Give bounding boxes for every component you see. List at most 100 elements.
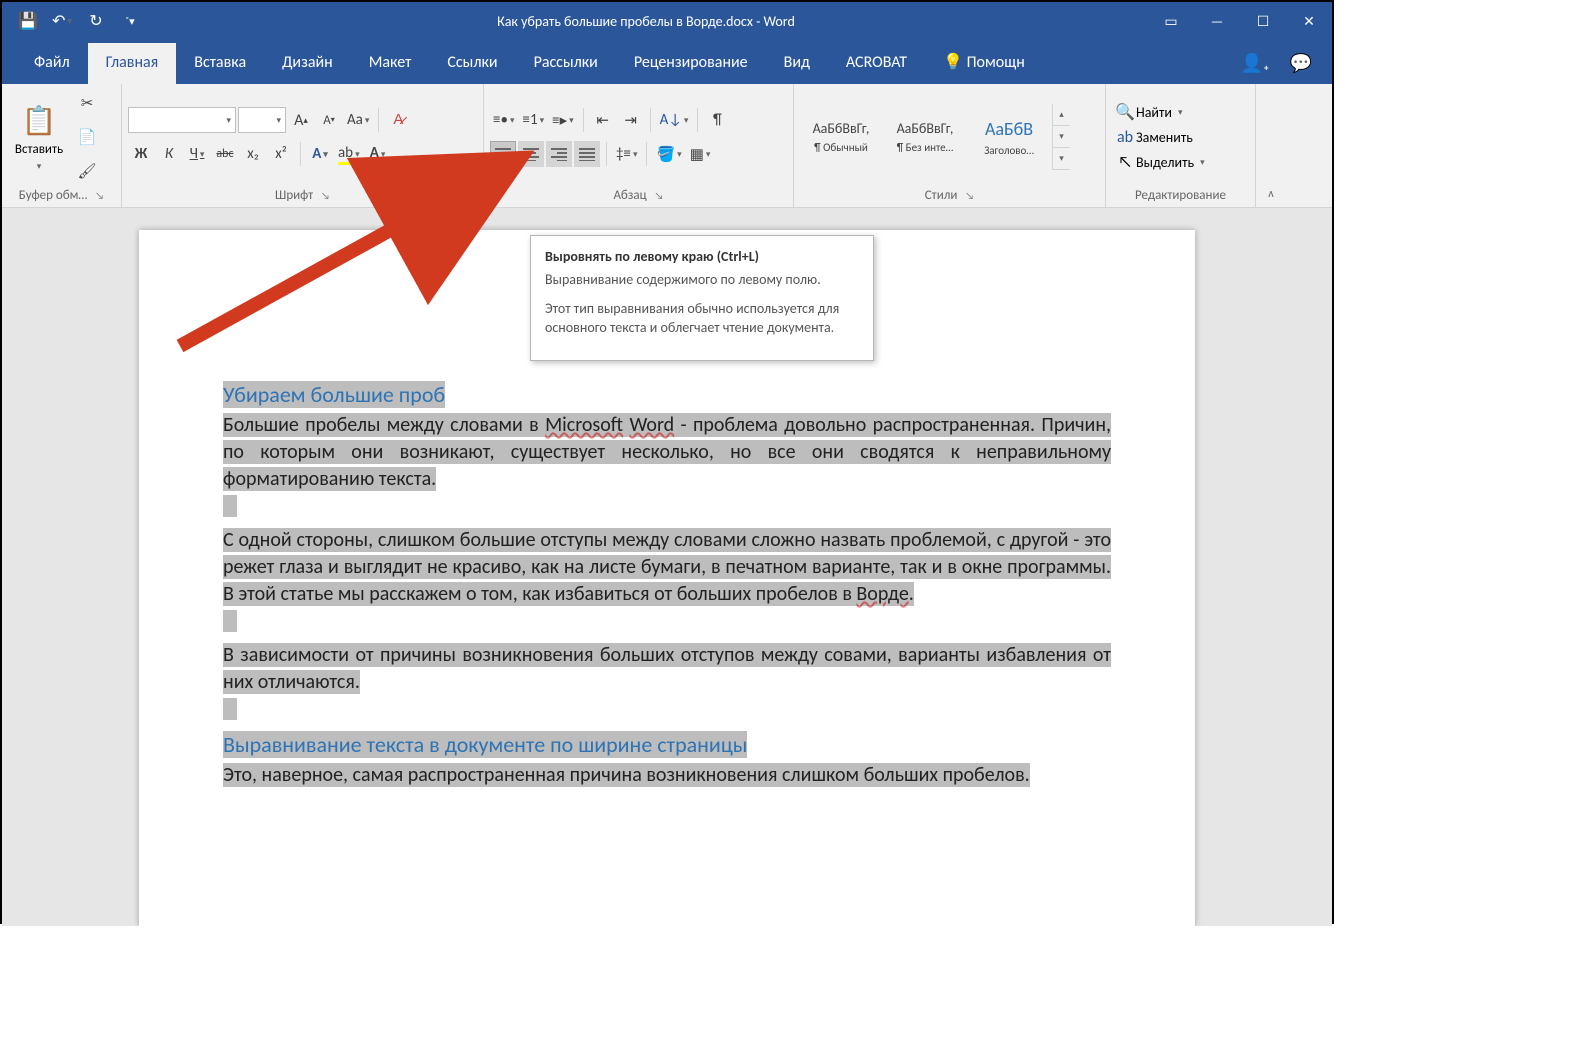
subscript-button[interactable]: x₂ [240,141,266,167]
minimize-icon[interactable]: — [1194,2,1240,40]
font-launcher-icon[interactable]: ↘ [321,189,330,202]
superscript-button[interactable]: x² [268,141,294,167]
heading-2[interactable]: Выравнивание текста в документе по ширин… [223,731,747,758]
undo-icon[interactable]: ↶ [48,7,76,35]
styles-launcher-icon[interactable]: ↘ [965,189,974,202]
align-right-button[interactable] [546,141,572,167]
tab-tell-me[interactable]: 💡 Помощн [925,42,1043,84]
close-icon[interactable]: ✕ [1286,2,1332,40]
shading-icon[interactable]: 🪣 [653,141,684,167]
bullets-icon[interactable]: ≡• [490,107,517,133]
editing-group-label: Редактирование [1135,188,1226,203]
tab-view[interactable]: Вид [766,43,828,84]
paragraph-text[interactable]: В зависимости от причины возникновения б… [223,643,1111,694]
styles-group-label: Стили [925,188,958,203]
numbering-icon[interactable]: ≡1 [519,107,547,133]
font-size-combo[interactable] [238,107,286,133]
style-normal[interactable]: АаБбВвГг, ¶ Обычный [800,103,882,171]
tooltip-body: Этот тип выравнивания обычно используетс… [545,300,859,338]
font-color-icon[interactable]: A [365,141,391,167]
align-center-button[interactable] [518,141,544,167]
quick-access-toolbar: 💾 ↶ ↻ ⁼▾ [2,7,144,35]
cut-icon[interactable]: ✂ [74,90,100,116]
ribbon-display-options-icon[interactable]: ▭ [1148,2,1194,40]
clipboard-launcher-icon[interactable]: ↘ [95,189,104,202]
highlight-color-icon[interactable]: ab [335,141,363,167]
styles-down-icon[interactable]: ▾ [1053,126,1070,148]
paragraph-text[interactable]: Большие пробелы между словами в Microsof… [223,413,1111,491]
window-title: Как убрать большие пробелы в Ворде.docx … [144,13,1148,30]
tab-mailings[interactable]: Рассылки [516,43,616,84]
select-label: Выделить [1136,154,1194,171]
tab-layout[interactable]: Макет [351,43,430,84]
title-bar: 💾 ↶ ↻ ⁼▾ Как убрать большие пробелы в Во… [2,2,1332,40]
tooltip-title: Выровнять по левому краю (Ctrl+L) [545,248,859,265]
style-heading1[interactable]: АаБбВ Заголово… [968,103,1050,171]
line-spacing-icon[interactable]: ‡≡ [613,141,640,167]
empty-line[interactable] [223,698,237,720]
decrease-indent-icon[interactable]: ⇤ [590,107,616,133]
tab-design[interactable]: Дизайн [264,43,351,84]
paste-icon[interactable]: 📋 [22,103,57,138]
text-effects-icon[interactable]: A [307,141,333,167]
shrink-font-icon[interactable]: A▾ [316,107,342,133]
tab-references[interactable]: Ссылки [429,43,515,84]
empty-line[interactable] [223,610,237,632]
style-name: ¶ Без инте… [897,141,954,154]
share-icon[interactable]: 👤₊ [1241,52,1270,74]
paragraph-text[interactable]: Это, наверное, самая распространенная пр… [223,763,1030,787]
font-family-combo[interactable] [128,107,236,133]
empty-line[interactable] [223,495,237,517]
qat-customize-icon[interactable]: ⁼▾ [116,7,144,35]
redo-icon[interactable]: ↻ [82,7,110,35]
style-no-spacing[interactable]: АаБбВвГг, ¶ Без инте… [884,103,966,171]
sort-icon[interactable]: A↓ [657,107,692,133]
style-name: ¶ Обычный [814,141,868,154]
tooltip-align-left: Выровнять по левому краю (Ctrl+L) Выравн… [530,235,874,361]
maximize-icon[interactable]: ☐ [1240,2,1286,40]
select-button[interactable]: ↖Выделить ▾ [1116,153,1205,172]
grow-font-icon[interactable]: A▴ [288,107,314,133]
paste-label[interactable]: Вставить [15,142,63,157]
borders-icon[interactable]: ▦ [687,141,714,167]
group-clipboard: 📋 Вставить ▾ ✂ 📄 🖌 Буфер обм…↘ [2,84,122,207]
increase-indent-icon[interactable]: ⇥ [618,107,644,133]
paragraph-text[interactable]: С одной стороны, слишком большие отступы… [223,528,1111,606]
tooltip-body: Выравнивание содержимого по левому полю. [545,271,859,290]
multilevel-list-icon[interactable]: ≡▸ [549,107,577,133]
tab-home[interactable]: Главная [88,43,177,84]
find-button[interactable]: 🔍Найти ▾ [1116,102,1183,122]
tab-review[interactable]: Рецензирование [616,43,766,84]
italic-button[interactable]: К [156,141,182,167]
change-case-button[interactable]: Aa [344,107,372,133]
comments-icon[interactable]: 💬 [1290,52,1312,74]
justify-button[interactable] [574,141,600,167]
ribbon: 📋 Вставить ▾ ✂ 📄 🖌 Буфер обм…↘ [2,84,1332,208]
tab-insert[interactable]: Вставка [176,43,264,84]
copy-icon[interactable]: 📄 [74,124,100,150]
clear-formatting-icon[interactable]: A̷ [385,107,411,133]
heading-1[interactable]: Убираем большие проб [223,381,445,408]
styles-up-icon[interactable]: ▴ [1053,104,1070,126]
styles-gallery-scroll[interactable]: ▴ ▾ ▾ [1052,104,1070,170]
paragraph-group-label: Абзац [614,188,647,203]
strikethrough-button[interactable]: abc [212,141,238,167]
styles-more-icon[interactable]: ▾ [1053,148,1070,170]
group-paragraph: ≡• ≡1 ≡▸ ⇤ ⇥ A↓ ¶ [484,84,794,207]
bold-button[interactable]: Ж [128,141,154,167]
show-marks-icon[interactable]: ¶ [704,107,730,133]
align-left-button[interactable] [490,141,516,167]
underline-button[interactable]: Ч [184,141,210,167]
find-icon: 🔍 [1116,102,1134,122]
paragraph-launcher-icon[interactable]: ↘ [655,189,664,202]
format-painter-icon[interactable]: 🖌 [74,158,100,184]
paste-dropdown-icon[interactable]: ▾ [37,161,42,172]
font-group-label: Шрифт [275,188,313,203]
tab-file[interactable]: Файл [16,43,88,84]
group-editing: 🔍Найти ▾ abЗаменить ↖Выделить ▾ Редактир… [1106,84,1256,207]
tab-acrobat[interactable]: ACROBAT [828,43,925,84]
save-icon[interactable]: 💾 [14,7,42,35]
replace-button[interactable]: abЗаменить [1116,128,1193,147]
collapse-ribbon-icon[interactable]: ʌ [1256,84,1286,207]
style-sample: АаБбВвГг, [897,120,954,137]
